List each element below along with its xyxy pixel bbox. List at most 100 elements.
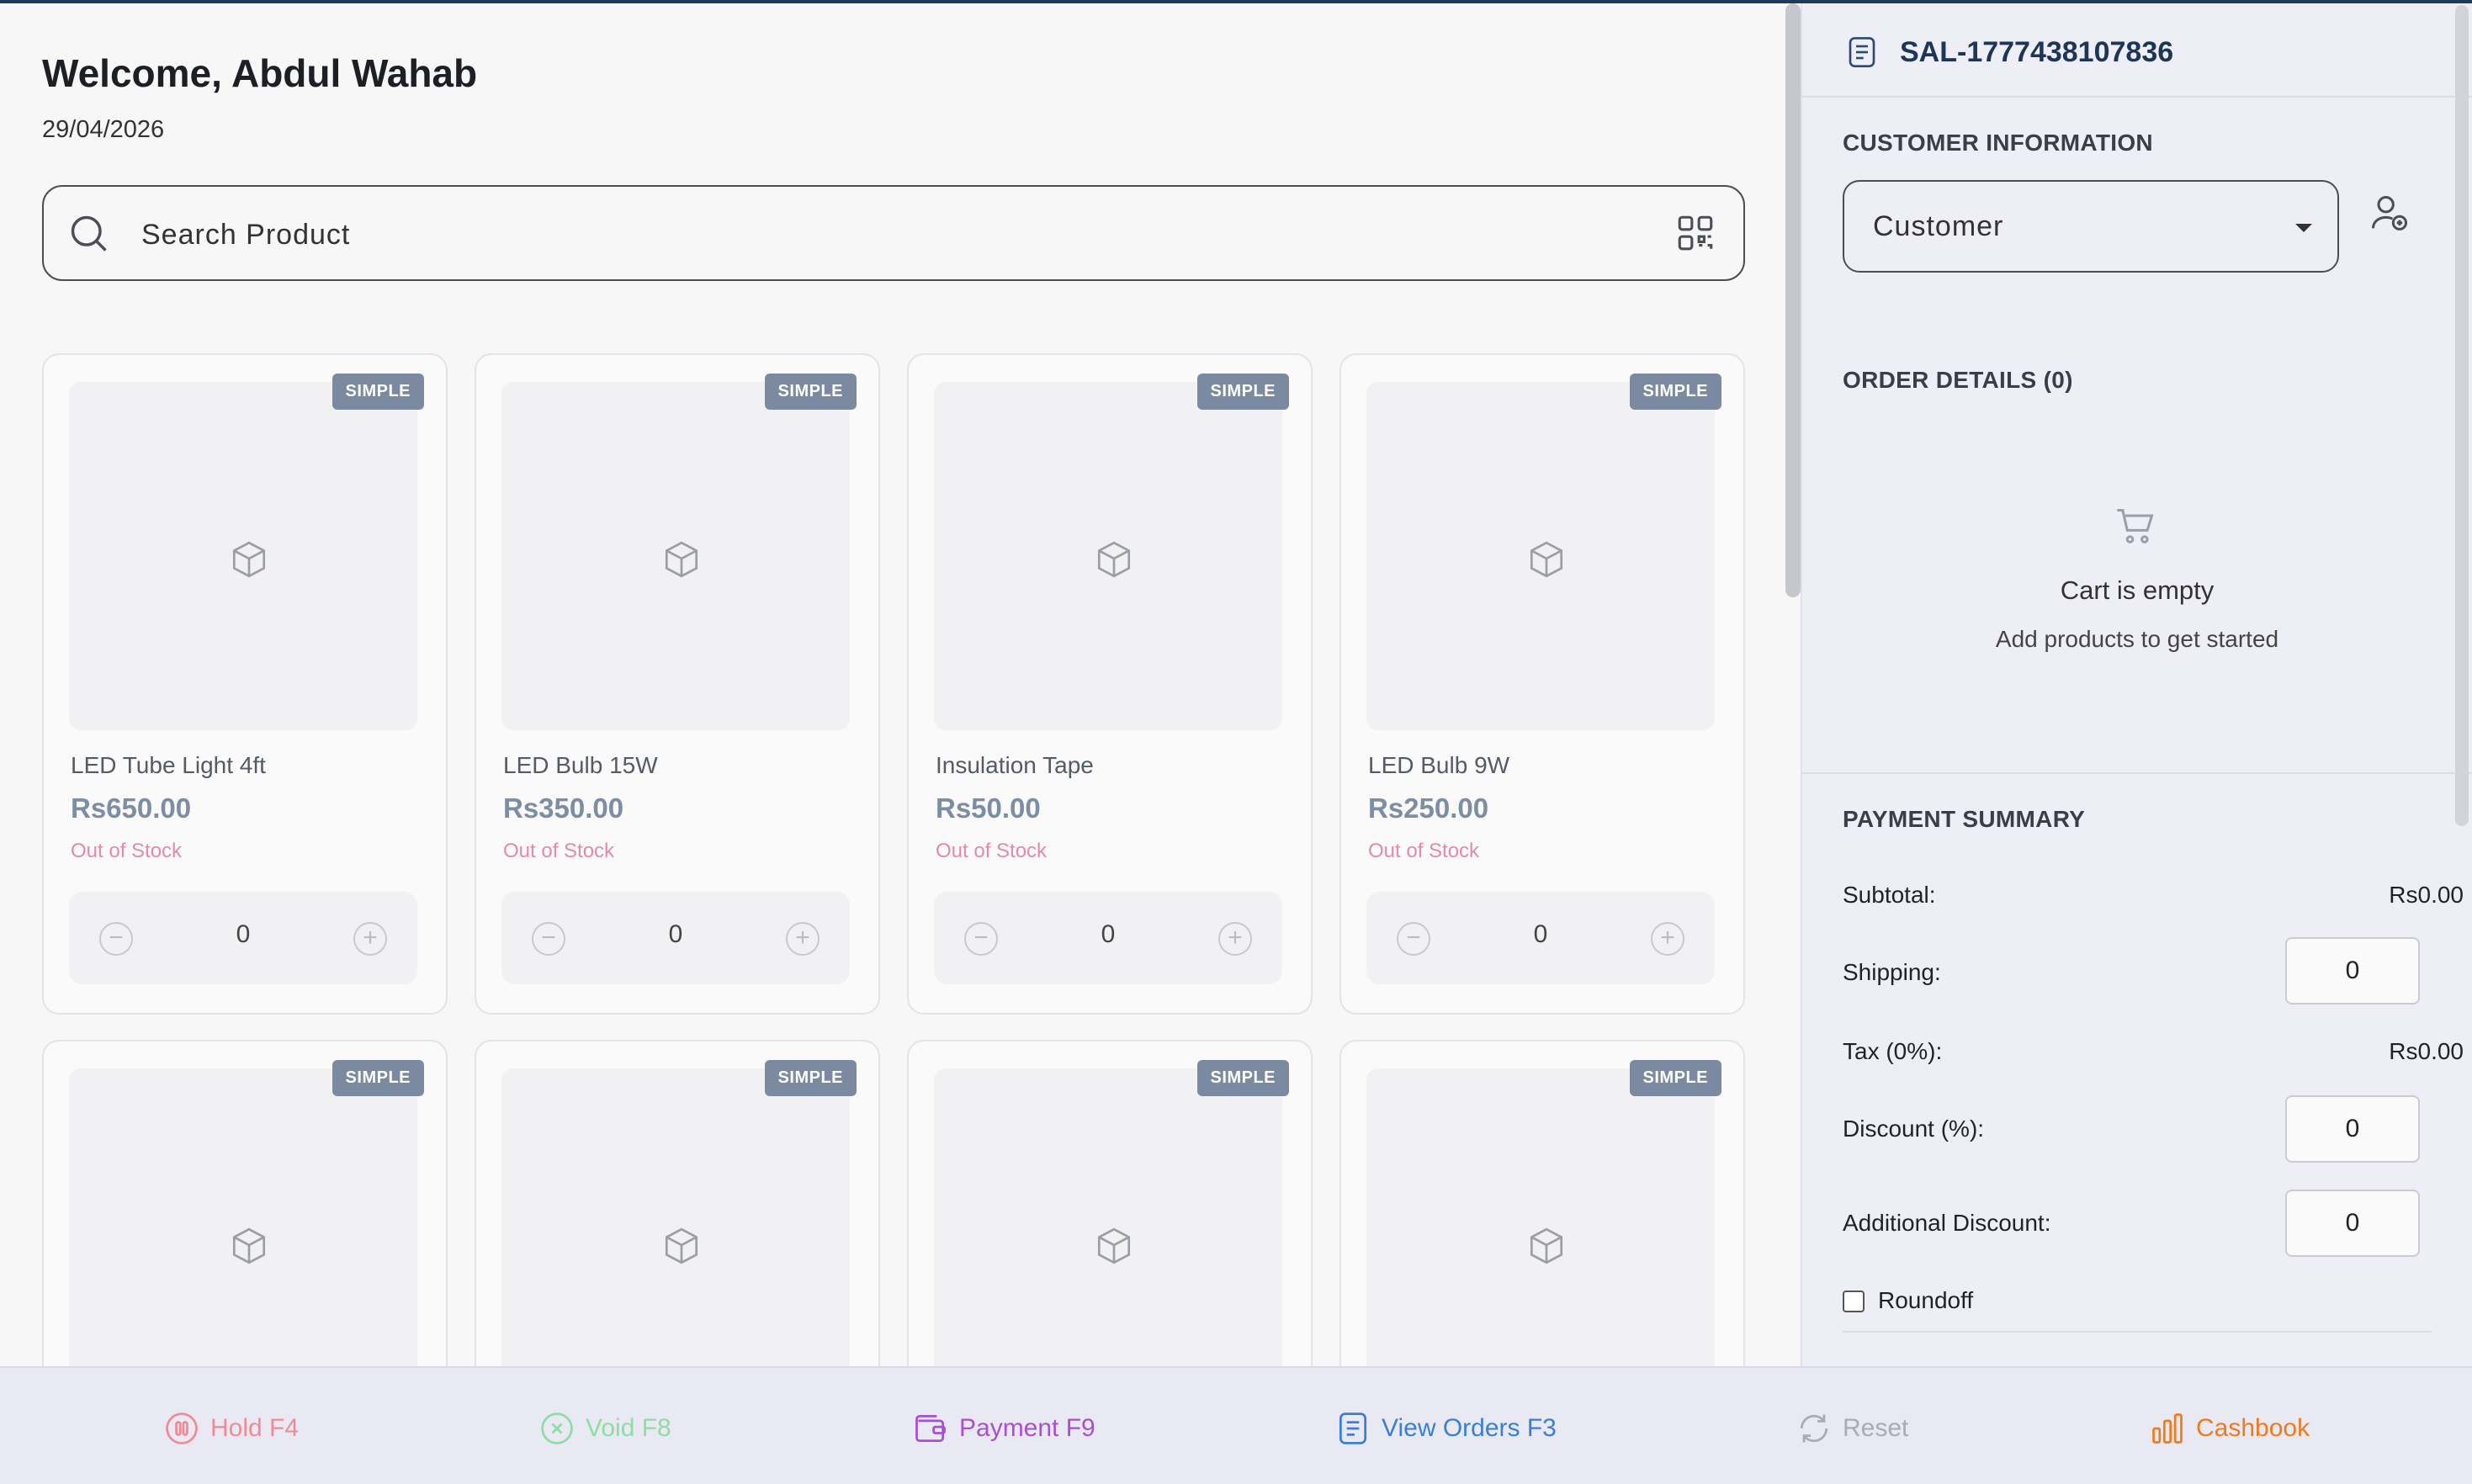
cashbook-button[interactable]: Cashbook [2149, 1408, 2310, 1449]
divider [1802, 96, 2472, 98]
box-icon [1530, 1227, 1563, 1264]
product-price: Rs350.00 [503, 792, 624, 824]
shipping-label: Shipping: [1843, 959, 1941, 985]
product-name: LED Bulb 9W [1368, 752, 1510, 778]
chevron-down-icon [2295, 224, 2312, 232]
additional-discount-input[interactable]: 0 [2285, 1190, 2420, 1257]
quantity-stepper: − 0 + [501, 892, 850, 984]
box-icon [1097, 1227, 1131, 1264]
qr-scan-icon[interactable] [1674, 212, 1716, 254]
cart-empty-hint: Add products to get started [1995, 626, 2279, 652]
search-input[interactable]: Search Product [42, 185, 1745, 281]
product-type-badge: SIMPLE [332, 1060, 424, 1096]
product-card[interactable]: SIMPLE [475, 1040, 880, 1366]
divider [1802, 772, 2472, 774]
product-name: LED Tube Light 4ft [71, 752, 266, 778]
discount-input[interactable]: 0 [2285, 1095, 2420, 1163]
box-icon [232, 1227, 266, 1264]
product-type-badge: SIMPLE [1629, 374, 1721, 410]
box-icon [665, 1227, 698, 1264]
invoice-id: SAL-1777438107836 [1900, 35, 2174, 68]
x-circle-icon [541, 1412, 573, 1444]
product-type-badge: SIMPLE [1196, 1060, 1289, 1096]
product-card[interactable]: SIMPLE [42, 1040, 448, 1366]
cart-icon [2117, 508, 2154, 543]
tax-value: Rs0.00 [2389, 1038, 2464, 1064]
pause-icon [166, 1412, 198, 1444]
shipping-input[interactable]: 0 [2285, 937, 2420, 1004]
stock-status: Out of Stock [503, 840, 615, 862]
product-name: Insulation Tape [936, 752, 1094, 778]
sidebar-scrollbar[interactable] [2455, 5, 2469, 826]
customer-select[interactable]: Customer [1843, 180, 2339, 273]
search-placeholder: Search Product [141, 219, 351, 251]
order-sidebar: SAL-1777438107836 CUSTOMER INFORMATION C… [1801, 3, 2472, 1366]
stock-status: Out of Stock [936, 840, 1048, 862]
document-icon [1849, 37, 1875, 67]
discount-label: Discount (%): [1843, 1116, 1985, 1142]
search-icon [71, 215, 107, 252]
welcome-title: Welcome, Abdul Wahab [42, 51, 478, 95]
reset-button[interactable]: Reset [1796, 1408, 1908, 1449]
payment-section-title: PAYMENT SUMMARY [1843, 806, 2086, 832]
order-section-title: ORDER DETAILS (0) [1843, 367, 2073, 393]
customer-select-value: Customer [1873, 210, 2004, 242]
product-image-placeholder [1366, 1068, 1715, 1366]
cashbook-label: Cashbook [2196, 1414, 2310, 1442]
increment-button[interactable]: + [1218, 922, 1252, 956]
product-type-badge: SIMPLE [764, 1060, 857, 1096]
product-card[interactable]: SIMPLE LED Bulb 9W Rs250.00 Out of Stock… [1339, 353, 1745, 1015]
roundoff-label: Roundoff [1878, 1287, 1974, 1313]
product-card[interactable]: SIMPLE Insulation Tape Rs50.00 Out of St… [907, 353, 1313, 1015]
additional-discount-label: Additional Discount: [1843, 1210, 2051, 1236]
customer-section-title: CUSTOMER INFORMATION [1843, 130, 2153, 156]
subtotal-label: Subtotal: [1843, 882, 1936, 908]
product-scrollbar[interactable] [1785, 3, 1801, 597]
product-card[interactable]: SIMPLE LED Bulb 15W Rs350.00 Out of Stoc… [475, 353, 880, 1015]
wallet-icon [915, 1414, 946, 1443]
action-bar: Hold F4 Void F8 Payment F9 View Orders F… [0, 1366, 2472, 1484]
current-date: 29/04/2026 [42, 116, 165, 143]
divider [1843, 1331, 2432, 1333]
view-orders-label: View Orders F3 [1382, 1414, 1557, 1442]
product-image-placeholder [934, 382, 1282, 730]
increment-button[interactable]: + [353, 922, 387, 956]
product-card[interactable]: SIMPLE [907, 1040, 1313, 1366]
box-icon [232, 541, 266, 578]
box-icon [1097, 541, 1131, 578]
quantity-stepper: − 0 + [1366, 892, 1715, 984]
box-icon [665, 541, 698, 578]
product-name: LED Bulb 15W [503, 752, 658, 778]
product-type-badge: SIMPLE [1196, 374, 1289, 410]
product-pane: Welcome, Abdul Wahab 29/04/2026 Search P… [0, 3, 1787, 1366]
stock-status: Out of Stock [71, 840, 183, 862]
box-icon [1530, 541, 1563, 578]
product-type-badge: SIMPLE [764, 374, 857, 410]
product-card[interactable]: SIMPLE LED Tube Light 4ft Rs650.00 Out o… [42, 353, 448, 1015]
stock-status: Out of Stock [1368, 840, 1480, 862]
product-image-placeholder [1366, 382, 1715, 730]
reset-label: Reset [1843, 1414, 1909, 1442]
roundoff-checkbox[interactable] [1843, 1291, 1865, 1312]
tax-label: Tax (0%): [1843, 1038, 1943, 1064]
product-image-placeholder [69, 382, 417, 730]
product-image-placeholder [501, 1068, 850, 1366]
bar-chart-icon [2152, 1413, 2183, 1444]
increment-button[interactable]: + [786, 922, 820, 956]
add-customer-icon[interactable] [2368, 190, 2411, 237]
product-card[interactable]: SIMPLE [1339, 1040, 1745, 1366]
hold-button[interactable]: Hold F4 [163, 1408, 299, 1449]
void-button[interactable]: Void F8 [538, 1408, 671, 1449]
quantity-stepper: − 0 + [934, 892, 1282, 984]
product-image-placeholder [501, 382, 850, 730]
quantity-stepper: − 0 + [69, 892, 417, 984]
cart-empty-title: Cart is empty [2060, 575, 2215, 605]
invoice-header: SAL-1777438107836 [1844, 29, 2173, 76]
hold-label: Hold F4 [210, 1414, 300, 1442]
increment-button[interactable]: + [1651, 922, 1684, 956]
payment-button[interactable]: Payment F9 [912, 1408, 1095, 1449]
product-price: Rs50.00 [936, 792, 1041, 824]
refresh-icon [1800, 1414, 1828, 1443]
product-type-badge: SIMPLE [1629, 1060, 1721, 1096]
view-orders-button[interactable]: View Orders F3 [1334, 1408, 1557, 1449]
